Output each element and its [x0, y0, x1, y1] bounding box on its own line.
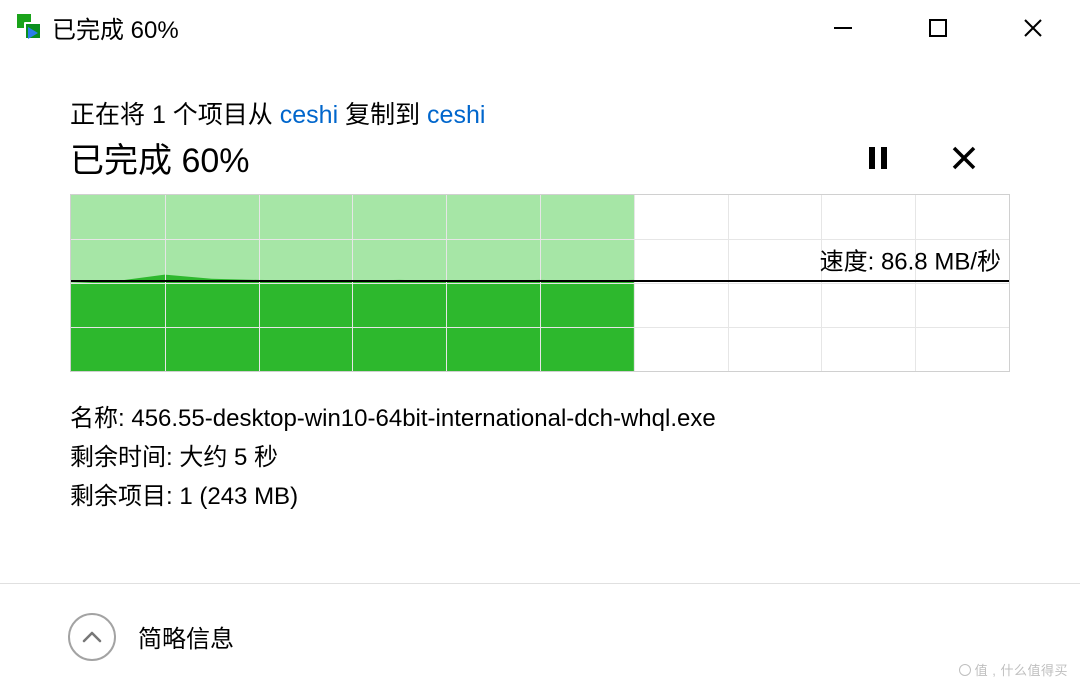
transfer-details: 名称: 456.55-desktop-win10-64bit-internati… [70, 400, 1010, 517]
copy-progress-icon [14, 14, 42, 42]
copy-description: 正在将 1 个项目从 ceshi 复制到 ceshi [70, 95, 1010, 131]
speed-label: 速度: 86.8 MB/秒 [820, 242, 1001, 277]
copy-count: 1 [152, 101, 166, 129]
dialog-body: 正在将 1 个项目从 ceshi 复制到 ceshi 已完成 60% [0, 55, 1080, 517]
speed-graph-average-line [71, 280, 1009, 282]
detail-name-label: 名称: [70, 405, 125, 432]
cancel-button[interactable] [946, 140, 982, 176]
detail-remaining-items-label: 剩余项目: [70, 483, 173, 510]
detail-name-row: 名称: 456.55-desktop-win10-64bit-internati… [70, 400, 1010, 439]
copy-mid: 复制到 [338, 101, 427, 129]
close-icon [951, 145, 977, 171]
bottom-bar: 简略信息 [0, 584, 1080, 689]
copy-prefix: 正在将 [70, 101, 152, 129]
progress-percent-text: 已完成 60% [70, 133, 250, 182]
window-controls [795, 0, 1080, 55]
copy-suffix: 个项目从 [166, 101, 280, 129]
source-folder-link[interactable]: ceshi [280, 101, 338, 129]
detail-remaining-items-row: 剩余项目: 1 (243 MB) [70, 478, 1010, 517]
destination-folder-link[interactable]: ceshi [427, 101, 485, 129]
toggle-details-label[interactable]: 简略信息 [138, 619, 234, 654]
detail-remaining-time-label: 剩余时间: [70, 444, 173, 471]
detail-remaining-time-row: 剩余时间: 大约 5 秒 [70, 439, 1010, 478]
progress-row: 已完成 60% [70, 133, 1010, 182]
close-button[interactable] [985, 0, 1080, 55]
chevron-up-icon [82, 630, 102, 644]
window-title: 已完成 60% [52, 10, 179, 45]
progress-controls [860, 140, 1010, 176]
detail-remaining-time-value: 大约 5 秒 [179, 444, 278, 471]
toggle-details-button[interactable] [68, 613, 116, 661]
detail-remaining-items-value: 1 (243 MB) [179, 483, 298, 510]
speed-graph: 速度: 86.8 MB/秒 [70, 194, 1010, 372]
maximize-button[interactable] [890, 0, 985, 55]
pause-button[interactable] [860, 140, 896, 176]
window-titlebar: 已完成 60% [0, 0, 1080, 55]
minimize-button[interactable] [795, 0, 890, 55]
pause-icon [867, 145, 889, 171]
watermark: 值 , 什么值得买 [959, 660, 1068, 679]
detail-name-value: 456.55-desktop-win10-64bit-international… [131, 405, 715, 432]
speed-graph-area [71, 195, 634, 371]
